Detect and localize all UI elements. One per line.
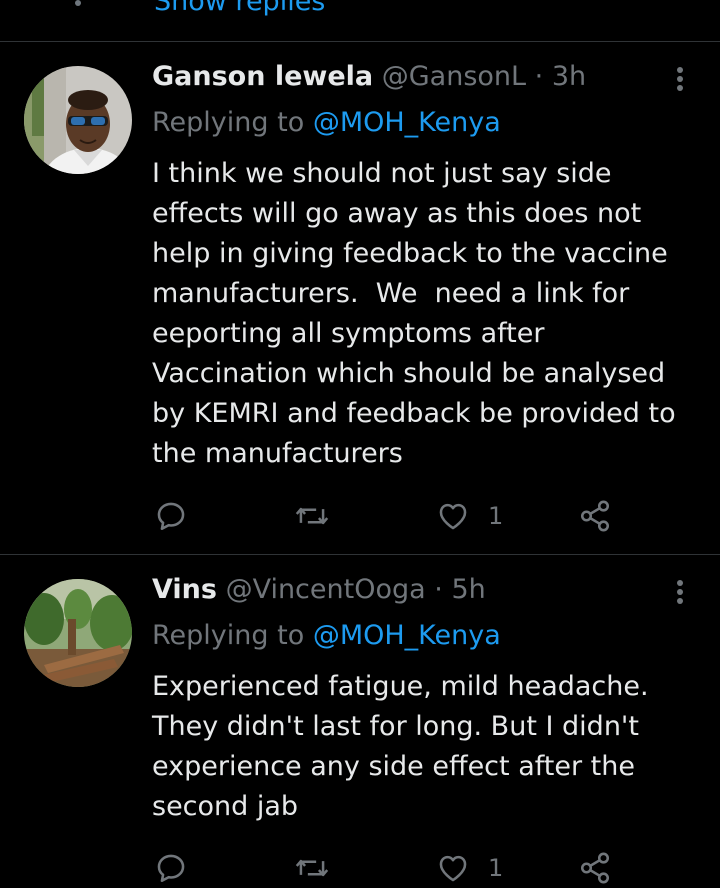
separator-dot: · (434, 574, 443, 605)
reply-button[interactable] (154, 496, 206, 536)
tweet-actions: 1 (152, 496, 632, 536)
display-name[interactable]: Ganson lewela (152, 61, 373, 92)
retweet-icon (295, 859, 329, 877)
avatar[interactable] (24, 66, 132, 174)
mention-link[interactable]: @MOH_Kenya (313, 107, 501, 138)
like-button[interactable]: 1 (436, 848, 503, 888)
heart-icon (439, 855, 467, 882)
previous-thread-fragment: Show replies (0, 0, 720, 41)
reply-icon (157, 854, 185, 883)
more-icon[interactable] (672, 64, 688, 94)
separator-dot: · (534, 61, 544, 92)
retweet-icon (295, 507, 329, 525)
user-handle[interactable]: @GansonL (382, 61, 526, 92)
replying-prefix: Replying to (152, 620, 305, 651)
like-count: 1 (488, 502, 504, 530)
tweet-actions: 1 (152, 848, 632, 888)
share-icon (580, 852, 610, 884)
more-icon[interactable] (672, 577, 688, 607)
like-count: 1 (488, 854, 504, 882)
show-replies-link[interactable]: Show replies (154, 0, 325, 17)
retweet-button[interactable] (294, 496, 348, 536)
like-button[interactable]: 1 (436, 496, 503, 536)
thread-dot (75, 0, 81, 6)
tweet-text: I think we should not just say side effe… (152, 158, 676, 469)
reply-icon (157, 502, 185, 531)
replying-to: Replying to @MOH_Kenya (152, 104, 501, 142)
tweet-header: Vins @VincentOoga · 5h (152, 571, 486, 609)
avatar[interactable] (24, 579, 132, 687)
timestamp[interactable]: 3h (552, 61, 586, 92)
replying-to: Replying to @MOH_Kenya (152, 617, 501, 655)
tweet-text: Experienced fatigue, mild headache. They… (152, 671, 649, 822)
tweet[interactable]: Vins @VincentOoga · 5h Replying to @MOH_… (0, 555, 720, 884)
tweet-header: Ganson lewela @GansonL · 3h (152, 58, 586, 96)
share-icon (580, 500, 610, 532)
share-button[interactable] (578, 848, 612, 888)
tweet[interactable]: Ganson lewela @GansonL · 3h Replying to … (0, 42, 720, 554)
reply-button[interactable] (154, 848, 206, 888)
replying-prefix: Replying to (152, 107, 305, 138)
timestamp[interactable]: 5h (451, 574, 485, 605)
user-handle[interactable]: @VincentOoga (226, 574, 426, 605)
share-button[interactable] (578, 496, 612, 536)
mention-link[interactable]: @MOH_Kenya (313, 620, 501, 651)
retweet-button[interactable] (294, 848, 348, 888)
display-name[interactable]: Vins (152, 574, 217, 605)
heart-icon (439, 503, 467, 530)
